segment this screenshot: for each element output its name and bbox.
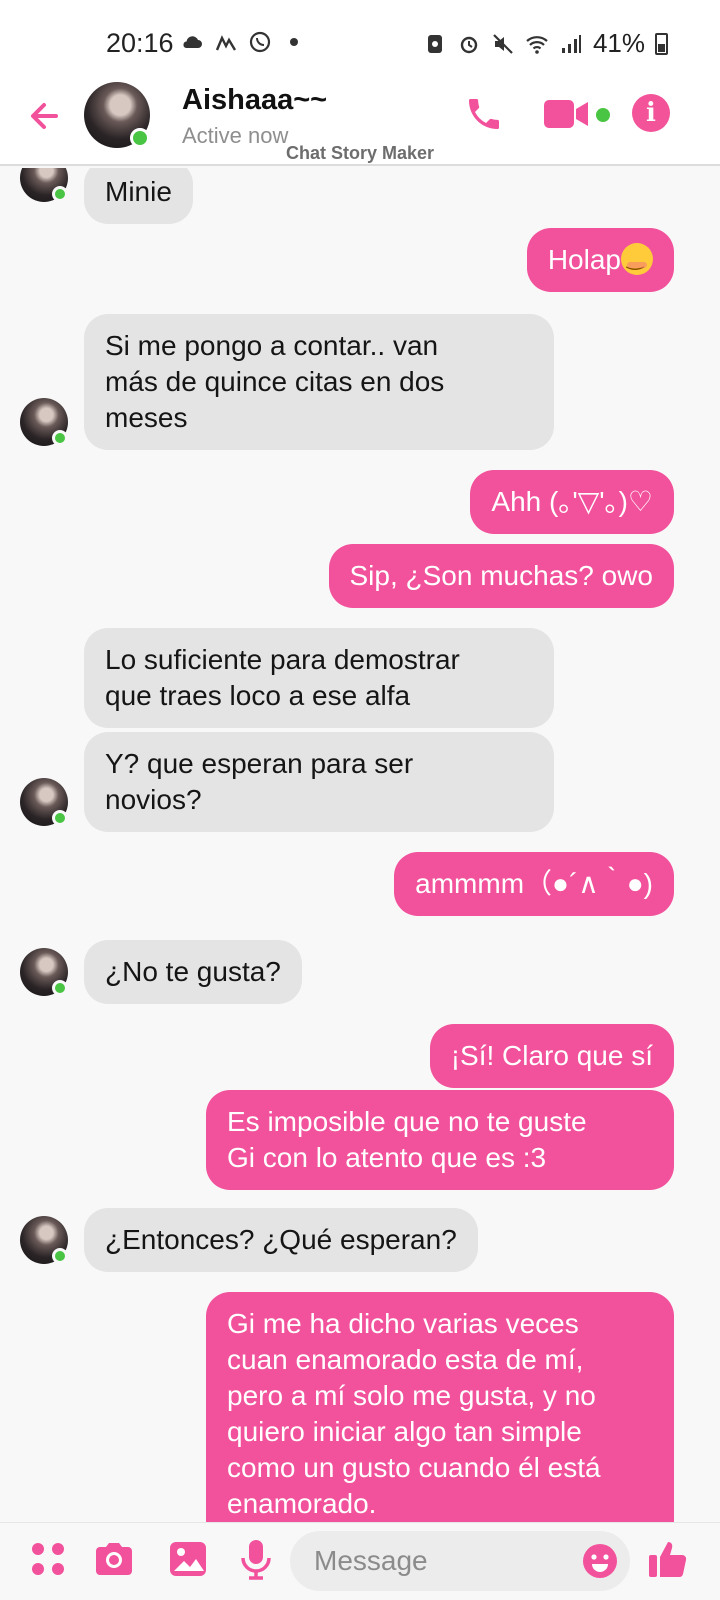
composer-bar bbox=[0, 1522, 720, 1600]
info-icon[interactable]: i bbox=[632, 94, 670, 132]
message-incoming[interactable]: Lo suficiente para demostrar que traes l… bbox=[84, 628, 554, 728]
gallery-icon[interactable] bbox=[166, 1537, 210, 1581]
message-text: Ahh (｡'▽'｡)♡ bbox=[491, 486, 653, 517]
contact-name[interactable]: Aishaaa~~ bbox=[182, 84, 327, 117]
online-indicator bbox=[52, 430, 68, 446]
message-text: Minie bbox=[105, 176, 172, 207]
video-icon[interactable] bbox=[544, 98, 590, 130]
message-text: Holap bbox=[547, 244, 621, 275]
message-text-line: Gi con lo atento que es :3 bbox=[227, 1142, 547, 1173]
message-incoming[interactable]: ¿Entonces? ¿Qué esperan? bbox=[84, 1208, 478, 1272]
thumbs-up-icon[interactable] bbox=[646, 1537, 690, 1581]
mute-icon bbox=[493, 33, 513, 54]
message-text-line: Si me pongo a contar.. van bbox=[105, 330, 439, 361]
online-indicator bbox=[52, 186, 68, 202]
status-right-icons: 41% bbox=[423, 28, 668, 59]
message-text: Sip, ¿Son muchas? owo bbox=[349, 560, 654, 591]
battery-percent: 41% bbox=[592, 28, 645, 58]
online-indicator bbox=[52, 1248, 68, 1264]
message-text-line: Lo suficiente para demostrar bbox=[105, 644, 460, 675]
message-text: ¿No te gusta? bbox=[105, 956, 281, 987]
apps-icon[interactable] bbox=[26, 1537, 70, 1581]
dot-icon bbox=[290, 38, 298, 46]
message-text-line: meses bbox=[105, 402, 188, 433]
message-input[interactable] bbox=[290, 1531, 630, 1591]
status-left-icons bbox=[180, 30, 306, 54]
message-text-line: Gi me ha dicho varias veces bbox=[227, 1308, 579, 1339]
whatsapp-icon bbox=[249, 31, 271, 53]
signal-icon bbox=[561, 34, 581, 53]
battery-icon bbox=[655, 32, 668, 55]
message-text-line: novios? bbox=[105, 784, 202, 815]
video-active-dot bbox=[596, 108, 610, 122]
status-bar: 20:16 41% bbox=[0, 0, 720, 84]
watermark: Chat Story Maker bbox=[286, 143, 435, 163]
back-arrow-icon[interactable] bbox=[26, 96, 66, 136]
message-text-line: que traes loco a ese alfa bbox=[105, 680, 411, 711]
message-text: ¿Entonces? ¿Qué esperan? bbox=[105, 1224, 457, 1255]
online-indicator bbox=[52, 810, 68, 826]
message-outgoing[interactable]: Ahh (｡'▽'｡)♡ bbox=[470, 470, 674, 534]
message-text-line: más de quince citas en dos bbox=[105, 366, 445, 397]
cloud-icon bbox=[183, 36, 202, 48]
message-incoming[interactable]: ¿No te gusta? bbox=[84, 940, 302, 1004]
message-list[interactable]: Minie Holap Si me pongo a contar.. van m… bbox=[0, 168, 720, 1522]
message-text-line: pero a mí solo me gusta, y no bbox=[227, 1380, 596, 1411]
message-text-line: Y? que esperan para ser bbox=[105, 748, 414, 779]
message-text-line: como un gusto cuando él está bbox=[227, 1452, 601, 1483]
message-outgoing[interactable]: Es imposible que no te guste Gi con lo a… bbox=[206, 1090, 674, 1190]
alarm-icon bbox=[460, 36, 478, 53]
message-incoming[interactable]: Si me pongo a contar.. van más de quince… bbox=[84, 314, 554, 450]
message-text-line: Es imposible que no te guste bbox=[227, 1106, 587, 1137]
online-indicator bbox=[52, 980, 68, 996]
message-text: ¡Sí! Claro que sí bbox=[450, 1040, 653, 1071]
online-indicator bbox=[130, 128, 150, 148]
phone-icon[interactable] bbox=[464, 94, 504, 134]
wifi-icon bbox=[526, 35, 548, 54]
message-incoming[interactable]: Y? que esperan para ser novios? bbox=[84, 732, 554, 832]
message-text-line: cuan enamorado esta de mí, bbox=[227, 1344, 584, 1375]
nfc-icon bbox=[427, 34, 442, 53]
contact-status: Active now bbox=[182, 123, 289, 148]
chat-header: Aishaaa~~ Active now Chat Story Maker i bbox=[0, 78, 720, 166]
message-incoming[interactable]: Minie bbox=[84, 168, 193, 224]
activity-icon bbox=[215, 35, 237, 51]
smiling-emoji-icon bbox=[621, 241, 653, 277]
message-outgoing[interactable]: ¡Sí! Claro que sí bbox=[429, 1024, 674, 1088]
camera-icon[interactable] bbox=[92, 1537, 136, 1581]
message-outgoing[interactable]: Sip, ¿Son muchas? owo bbox=[328, 544, 674, 608]
message-text: ammmm（●´∧｀●) bbox=[415, 868, 653, 899]
message-outgoing[interactable]: Holap bbox=[526, 228, 674, 292]
emoji-icon[interactable] bbox=[582, 1543, 618, 1579]
message-outgoing[interactable]: Gi me ha dicho varias veces cuan enamora… bbox=[206, 1292, 674, 1522]
message-outgoing[interactable]: ammmm（●´∧｀●) bbox=[394, 852, 674, 916]
status-time: 20:16 bbox=[106, 28, 174, 58]
mic-icon[interactable] bbox=[234, 1537, 278, 1581]
message-text-line: quiero iniciar algo tan simple bbox=[227, 1416, 582, 1447]
message-text-line: enamorado. bbox=[227, 1488, 377, 1519]
